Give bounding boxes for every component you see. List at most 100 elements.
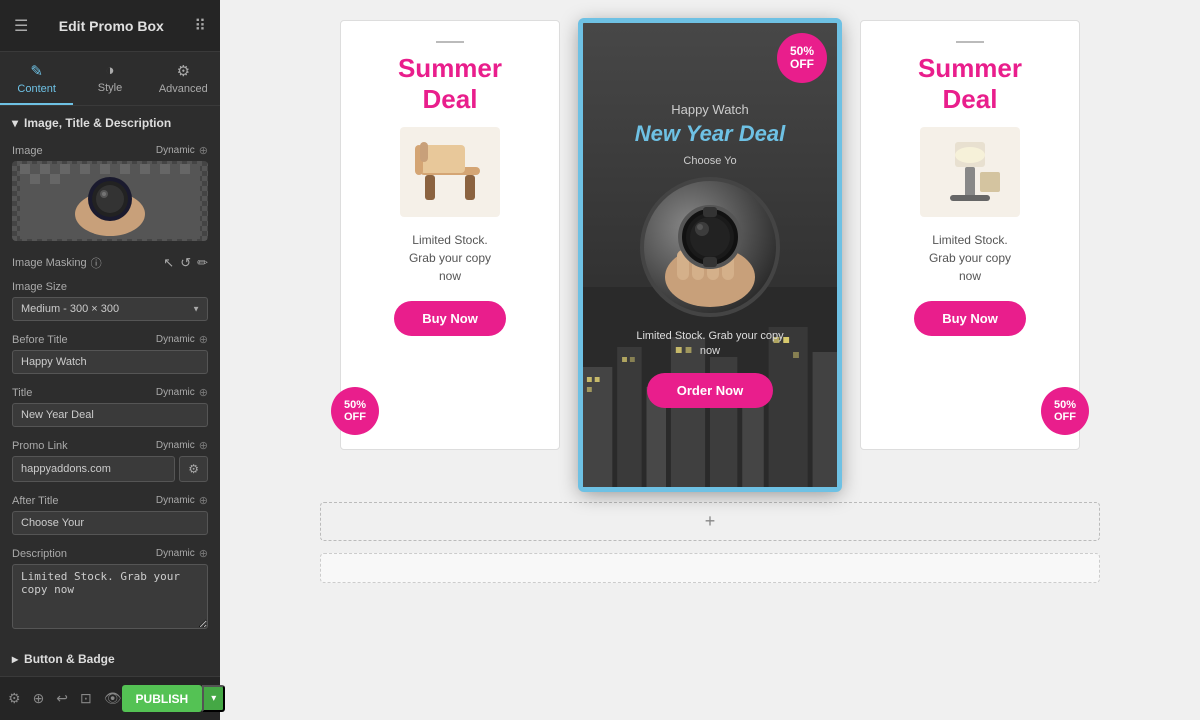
section-image-title-label: Image, Title & Description xyxy=(24,116,171,130)
right-card-button[interactable]: Buy Now xyxy=(914,301,1026,336)
image-dynamic-icon[interactable]: ⊕ xyxy=(199,144,208,157)
main-canvas: Summer Deal Limited Stock. Grab your cop… xyxy=(220,0,1200,720)
image-field-group: Image Dynamic ⊕ xyxy=(0,140,220,249)
plus-icon: + xyxy=(705,511,716,532)
add-row-button[interactable]: + xyxy=(320,502,1100,541)
panel-title: Edit Promo Box xyxy=(59,18,164,34)
hero-desc: Limited Stock. Grab your copy now xyxy=(636,329,783,360)
sidebar-content: ▾ Image, Title & Description Image Dynam… xyxy=(0,106,220,720)
layers-icon[interactable]: ⊕ xyxy=(33,690,45,707)
promo-link-input[interactable] xyxy=(12,456,175,482)
hero-button[interactable]: Order Now xyxy=(647,373,773,408)
left-divider xyxy=(436,41,464,43)
hero-title: New Year Deal xyxy=(635,121,785,147)
tab-content[interactable]: ✎ Content xyxy=(0,52,73,105)
description-textarea[interactable]: Limited Stock. Grab your copy now xyxy=(12,564,208,629)
before-title-dynamic-text: Dynamic xyxy=(156,334,195,345)
title-label: Title xyxy=(12,387,32,399)
image-masking-text: Image Masking xyxy=(12,257,87,269)
after-title-input[interactable] xyxy=(12,511,208,535)
image-size-select[interactable]: Medium - 300 × 300 xyxy=(12,297,208,321)
image-masking-label: Image Masking ⓘ xyxy=(12,255,102,271)
image-size-field-group: Image Size Medium - 300 × 300 xyxy=(0,277,220,329)
promo-link-label-row: Promo Link Dynamic ⊕ xyxy=(12,439,208,452)
image-dynamic-label: Dynamic xyxy=(156,145,195,156)
section-button-badge[interactable]: ▸ Button & Badge xyxy=(0,642,220,676)
grid-icon[interactable]: ⠿ xyxy=(194,16,206,36)
hamburger-icon[interactable]: ☰ xyxy=(14,16,28,36)
tab-advanced[interactable]: ⚙ Advanced xyxy=(147,52,220,105)
promo-link-settings-btn[interactable]: ⚙ xyxy=(179,456,208,482)
masking-controls: ↖ ↺ ✏ xyxy=(163,255,208,271)
right-card-image xyxy=(920,127,1020,217)
chair-svg xyxy=(410,137,490,207)
promo-card-left[interactable]: Summer Deal Limited Stock. Grab your cop… xyxy=(340,20,560,450)
promo-card-right[interactable]: Summer Deal Limited Stock. Grab your cop… xyxy=(860,20,1080,450)
sidebar-tabs: ✎ Content ◑ Style ⚙ Advanced xyxy=(0,52,220,106)
promo-link-dynamic: Dynamic ⊕ xyxy=(156,439,208,452)
tab-style[interactable]: ◑ Style xyxy=(73,52,146,105)
refresh-icon[interactable]: ↺ xyxy=(180,255,191,271)
title-dynamic-icon[interactable]: ⊕ xyxy=(199,386,208,399)
publish-arrow-button[interactable]: ▾ xyxy=(202,685,225,712)
section-button-badge-label: Button & Badge xyxy=(24,652,115,666)
publish-button[interactable]: PUBLISH xyxy=(122,685,203,712)
image-size-label-row: Image Size xyxy=(12,281,208,293)
tab-content-label: Content xyxy=(17,83,56,95)
promo-link-label: Promo Link xyxy=(12,440,68,452)
sidebar-header: ☰ Edit Promo Box ⠿ xyxy=(0,0,220,52)
left-card-title: Summer Deal xyxy=(398,53,502,115)
after-title-label: After Title xyxy=(12,495,58,507)
before-title-label: Before Title xyxy=(12,334,68,346)
image-preview[interactable] xyxy=(12,161,208,241)
image-label: Image xyxy=(12,145,43,157)
right-card-desc: Limited Stock. Grab your copy now xyxy=(929,231,1011,285)
promo-link-dynamic-text: Dynamic xyxy=(156,440,195,451)
image-masking-row: Image Masking ⓘ ↖ ↺ ✏ xyxy=(0,249,220,277)
left-card-button[interactable]: Buy Now xyxy=(394,301,506,336)
left-badge-percent: 50% xyxy=(344,399,366,411)
hero-card-center[interactable]: 50% OFF Happy Watch New Year Deal Choose… xyxy=(580,20,840,490)
before-title-field-group: Before Title Dynamic ⊕ xyxy=(0,329,220,382)
hero-badge-off: OFF xyxy=(790,58,814,71)
hero-watch-svg xyxy=(645,182,775,312)
canvas-row-main: Summer Deal Limited Stock. Grab your cop… xyxy=(310,20,1110,490)
lamp-svg xyxy=(930,137,1010,207)
responsive-icon[interactable]: ⊡ xyxy=(80,690,92,707)
image-preview-svg xyxy=(20,164,200,239)
cursor-icon: ↖ xyxy=(163,255,174,271)
left-card-desc: Limited Stock. Grab your copy now xyxy=(409,231,491,285)
settings-icon[interactable]: ⚙ xyxy=(8,690,21,707)
title-dynamic: Dynamic ⊕ xyxy=(156,386,208,399)
before-title-label-row: Before Title Dynamic ⊕ xyxy=(12,333,208,346)
title-input[interactable] xyxy=(12,403,208,427)
right-divider xyxy=(956,41,984,43)
promo-link-dynamic-icon[interactable]: ⊕ xyxy=(199,439,208,452)
eye-icon[interactable]: 👁 xyxy=(104,690,122,707)
title-field-group: Title Dynamic ⊕ xyxy=(0,382,220,435)
edit-icon[interactable]: ✏ xyxy=(197,255,208,271)
undo-icon[interactable]: ↩ xyxy=(56,690,68,707)
description-dynamic: Dynamic ⊕ xyxy=(156,547,208,560)
tab-style-label: Style xyxy=(98,82,122,94)
image-size-select-wrapper: Medium - 300 × 300 xyxy=(12,297,208,321)
promo-link-field-group: Promo Link Dynamic ⊕ ⚙ xyxy=(0,435,220,490)
before-title-input[interactable] xyxy=(12,350,208,374)
sidebar-header-right-icons: ⠿ xyxy=(194,16,206,36)
tab-advanced-label: Advanced xyxy=(159,83,208,95)
after-title-dynamic-icon[interactable]: ⊕ xyxy=(199,494,208,507)
image-label-row: Image Dynamic ⊕ xyxy=(12,144,208,157)
description-label: Description xyxy=(12,548,67,560)
before-title-dynamic-icon[interactable]: ⊕ xyxy=(199,333,208,346)
sidebar-header-left-icons: ☰ xyxy=(14,16,28,36)
right-card-badge: 50% OFF xyxy=(1041,387,1089,435)
left-card-badge: 50% OFF xyxy=(331,387,379,435)
section-button-badge-arrow: ▸ xyxy=(12,652,18,666)
sidebar: ☰ Edit Promo Box ⠿ ✎ Content ◑ Style ⚙ A… xyxy=(0,0,220,720)
description-dynamic-icon[interactable]: ⊕ xyxy=(199,547,208,560)
content-tab-icon: ✎ xyxy=(30,62,43,80)
section-image-title[interactable]: ▾ Image, Title & Description xyxy=(0,106,220,140)
title-dynamic-text: Dynamic xyxy=(156,387,195,398)
left-badge-off: OFF xyxy=(344,411,366,423)
right-badge-off: OFF xyxy=(1054,411,1076,423)
